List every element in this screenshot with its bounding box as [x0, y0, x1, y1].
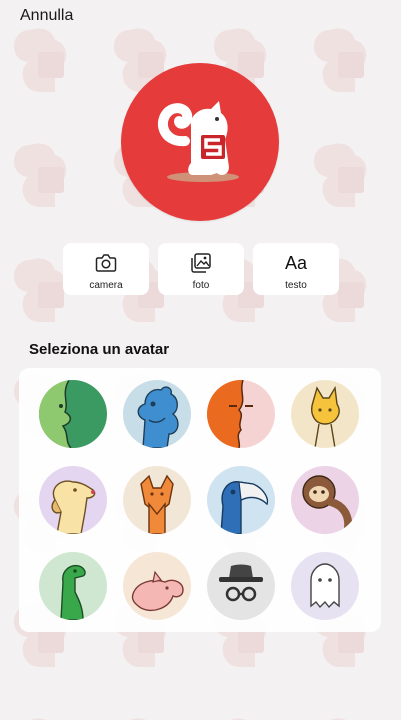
cat-avatar[interactable]	[291, 380, 359, 448]
dinosaur-avatar[interactable]	[39, 552, 107, 620]
dog-avatar[interactable]	[39, 466, 107, 534]
avatar-section-title: Seleziona un avatar	[29, 341, 170, 358]
fox-avatar[interactable]	[123, 466, 191, 534]
spy-hat-glasses-avatar[interactable]	[207, 552, 275, 620]
camera-label: camera	[89, 280, 123, 291]
photo-label: foto	[192, 280, 210, 291]
text-label: testo	[285, 280, 307, 291]
cancel-button[interactable]: Annulla	[20, 7, 73, 25]
photo-button[interactable]: foto	[158, 243, 244, 295]
avatar-grid	[19, 368, 381, 632]
profile-avatar[interactable]	[121, 63, 279, 221]
camera-button[interactable]: camera	[63, 243, 149, 295]
green-face-avatar[interactable]	[39, 380, 107, 448]
orange-face-avatar[interactable]	[207, 380, 275, 448]
photo-icon	[190, 252, 212, 274]
ghost-avatar[interactable]	[291, 552, 359, 620]
text-button[interactable]: Aa testo	[253, 243, 339, 295]
photo-source-actions: camera foto Aa testo	[63, 243, 339, 295]
sloth-avatar[interactable]	[291, 466, 359, 534]
text-icon: Aa	[284, 253, 308, 273]
blue-monster-avatar[interactable]	[123, 380, 191, 448]
toucan-avatar[interactable]	[207, 466, 275, 534]
camera-icon	[95, 252, 117, 274]
squirrel-mascot-icon	[157, 101, 239, 182]
pig-avatar[interactable]	[123, 552, 191, 620]
